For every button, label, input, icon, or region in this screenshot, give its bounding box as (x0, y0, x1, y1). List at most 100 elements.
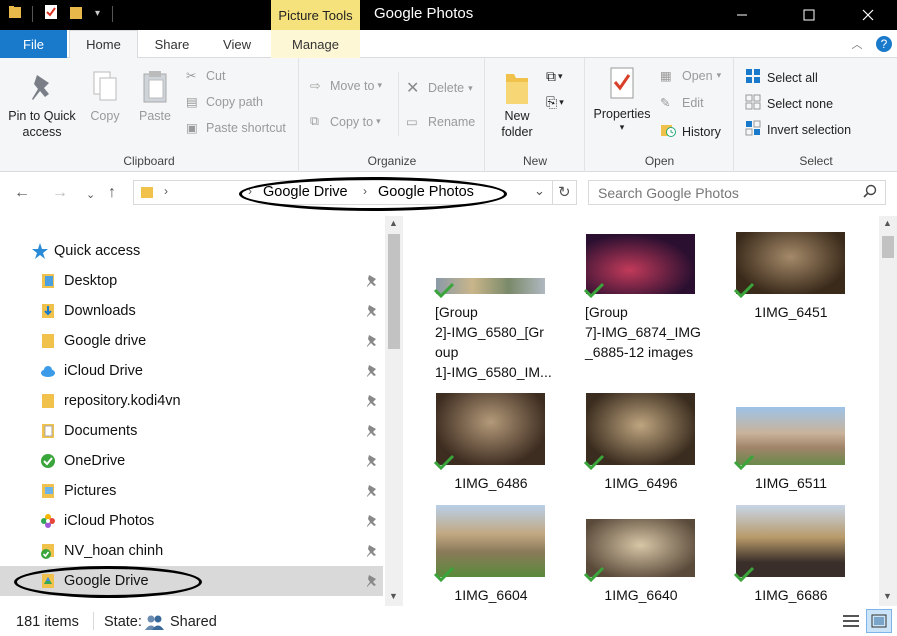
file-name-line: [Group (585, 304, 628, 320)
address-bar[interactable]: › › Google Drive › Google Photos ⌄ ↻ (133, 180, 577, 205)
file-name[interactable]: 1IMG_6604 (426, 585, 556, 605)
pin-icon[interactable] (366, 304, 378, 318)
tab-home[interactable]: Home (69, 30, 138, 59)
pin-icon[interactable] (366, 334, 378, 348)
collapse-ribbon-icon[interactable]: ︿ (848, 30, 866, 58)
quick-access-toolbar: ▾ (8, 4, 114, 23)
pin-icon[interactable] (366, 394, 378, 408)
open-label: Open (682, 68, 713, 83)
paste-button[interactable]: Paste (134, 68, 176, 124)
select-all-button[interactable]: Select all (745, 68, 818, 87)
tab-share[interactable]: Share (140, 30, 204, 58)
nav-scroll-thumb[interactable] (388, 234, 400, 349)
paste-shortcut-button[interactable]: ▣ Paste shortcut (186, 120, 286, 136)
select-none-button[interactable]: Select none (745, 94, 833, 113)
new-folder-icon[interactable] (69, 4, 83, 23)
folder-icon (140, 185, 154, 202)
nav-item-documents[interactable]: Documents (0, 416, 383, 446)
pin-quick-access-button[interactable]: Pin to Quick access (4, 72, 80, 140)
address-dropdown-icon[interactable]: ⌄ (534, 183, 545, 199)
file-list-scroll-thumb[interactable] (882, 236, 894, 258)
chevron-down-icon[interactable]: ▾ (95, 8, 100, 19)
nav-item-pictures[interactable]: Pictures (0, 476, 383, 506)
open-button[interactable]: ▦ Open ▾ (660, 68, 722, 84)
nav-item-nv-hoan-chinh[interactable]: NV_hoan chinh (0, 536, 383, 566)
file-name[interactable]: 1IMG_6640 (576, 585, 706, 605)
history-button[interactable]: History (660, 122, 721, 141)
nav-scrollbar[interactable]: ▲ ▼ (385, 216, 403, 606)
nav-item-icloud-drive[interactable]: iCloud Drive (0, 356, 383, 386)
large-icons-view-button[interactable] (866, 609, 892, 633)
delete-button[interactable]: ✕ Delete ▾ (406, 78, 473, 98)
nav-item-google-drive[interactable]: Google Drive (0, 566, 383, 596)
file-name[interactable]: 1IMG_6511 (726, 473, 856, 493)
nav-item-repository-kodi4vn[interactable]: repository.kodi4vn (0, 386, 383, 416)
pin-icon[interactable] (366, 574, 378, 588)
up-arrow-icon[interactable]: ↑ (108, 184, 116, 202)
nav-item-downloads[interactable]: Downloads (0, 296, 383, 326)
chevron-down-icon: ▾ (716, 70, 722, 80)
minimize-button[interactable] (719, 0, 765, 30)
back-arrow-icon[interactable]: ← (14, 184, 30, 202)
forward-arrow-icon[interactable]: → (52, 184, 68, 202)
breadcrumb-separator-icon[interactable]: › (248, 184, 252, 198)
nav-item-google-drive-folder[interactable]: Google drive (0, 326, 383, 356)
close-button[interactable] (845, 0, 891, 30)
tab-file[interactable]: File (0, 30, 67, 58)
search-input[interactable]: Search Google Photos (588, 180, 886, 205)
scroll-up-icon[interactable]: ▲ (883, 218, 892, 228)
pin-icon[interactable] (366, 274, 378, 288)
copy-to-button[interactable]: ⧉ Copy to ▾ (310, 114, 381, 129)
file-list-scrollbar[interactable]: ▲ ▼ (879, 216, 897, 606)
scroll-down-icon[interactable]: ▼ (883, 591, 892, 601)
pin-icon[interactable] (366, 514, 378, 528)
pin-icon[interactable] (366, 544, 378, 558)
easy-access-button[interactable]: ⎘ ▾ (546, 94, 564, 111)
breadcrumb-google-drive[interactable]: Google Drive (263, 184, 348, 200)
new-folder-button[interactable]: New folder (494, 66, 540, 140)
edit-button[interactable]: ✎ Edit (660, 95, 704, 111)
refresh-icon[interactable]: ↻ (558, 183, 571, 201)
file-name-line: 7]-IMG_6874_IMG (585, 324, 701, 340)
breadcrumb-google-photos[interactable]: Google Photos (378, 184, 474, 200)
pin-icon[interactable] (366, 424, 378, 438)
sync-check-icon (583, 282, 605, 298)
tab-manage[interactable]: Manage (271, 30, 360, 58)
file-name[interactable]: 1IMG_6686 (726, 585, 856, 605)
file-name[interactable]: [Group 7]-IMG_6874_IMG _6885-12 images (585, 302, 715, 362)
nav-item-label: Quick access (54, 243, 141, 259)
scroll-down-icon[interactable]: ▼ (389, 591, 398, 601)
help-button[interactable]: ? (874, 30, 894, 58)
nav-item-onedrive[interactable]: OneDrive (0, 446, 383, 476)
rename-button[interactable]: ▭ Rename (406, 114, 475, 130)
copy-path-button[interactable]: ▤ Copy path (186, 94, 263, 110)
move-to-button[interactable]: ⇨ Move to ▾ (310, 78, 382, 94)
properties-icon[interactable] (43, 4, 59, 23)
cut-button[interactable]: ✂ Cut (186, 68, 225, 84)
invert-selection-button[interactable]: Invert selection (745, 120, 851, 139)
breadcrumb-separator-icon[interactable]: › (363, 184, 367, 198)
pin-icon[interactable] (366, 364, 378, 378)
recent-locations-icon[interactable]: ⌄ (86, 188, 95, 201)
maximize-button[interactable] (786, 0, 832, 30)
pin-icon[interactable] (366, 484, 378, 498)
nav-item-icloud-photos[interactable]: iCloud Photos (0, 506, 383, 536)
details-view-icon[interactable] (842, 613, 860, 633)
new-item-button[interactable]: ⧉ ▾ (546, 68, 563, 85)
copy-button[interactable]: Copy (84, 68, 126, 124)
breadcrumb-separator-icon[interactable]: › (164, 184, 168, 198)
scroll-up-icon[interactable]: ▲ (389, 218, 398, 228)
file-name[interactable]: 1IMG_6486 (426, 473, 556, 493)
nav-item-label: Desktop (64, 273, 118, 289)
nav-item-quick-access[interactable]: Quick access (0, 236, 383, 266)
pin-icon[interactable] (366, 454, 378, 468)
nav-item-label: Google drive (64, 333, 147, 349)
properties-button[interactable]: Properties ▾ (590, 66, 654, 132)
file-name[interactable]: 1IMG_6451 (726, 302, 856, 322)
sync-check-icon (583, 566, 605, 582)
file-name[interactable]: [Group 2]-IMG_6580_[Gr oup 1]-IMG_6580_I… (435, 302, 565, 382)
tab-view[interactable]: View (205, 30, 269, 58)
nav-item-desktop[interactable]: Desktop (0, 266, 383, 296)
paste-shortcut-icon: ▣ (186, 121, 198, 135)
file-name[interactable]: 1IMG_6496 (576, 473, 706, 493)
